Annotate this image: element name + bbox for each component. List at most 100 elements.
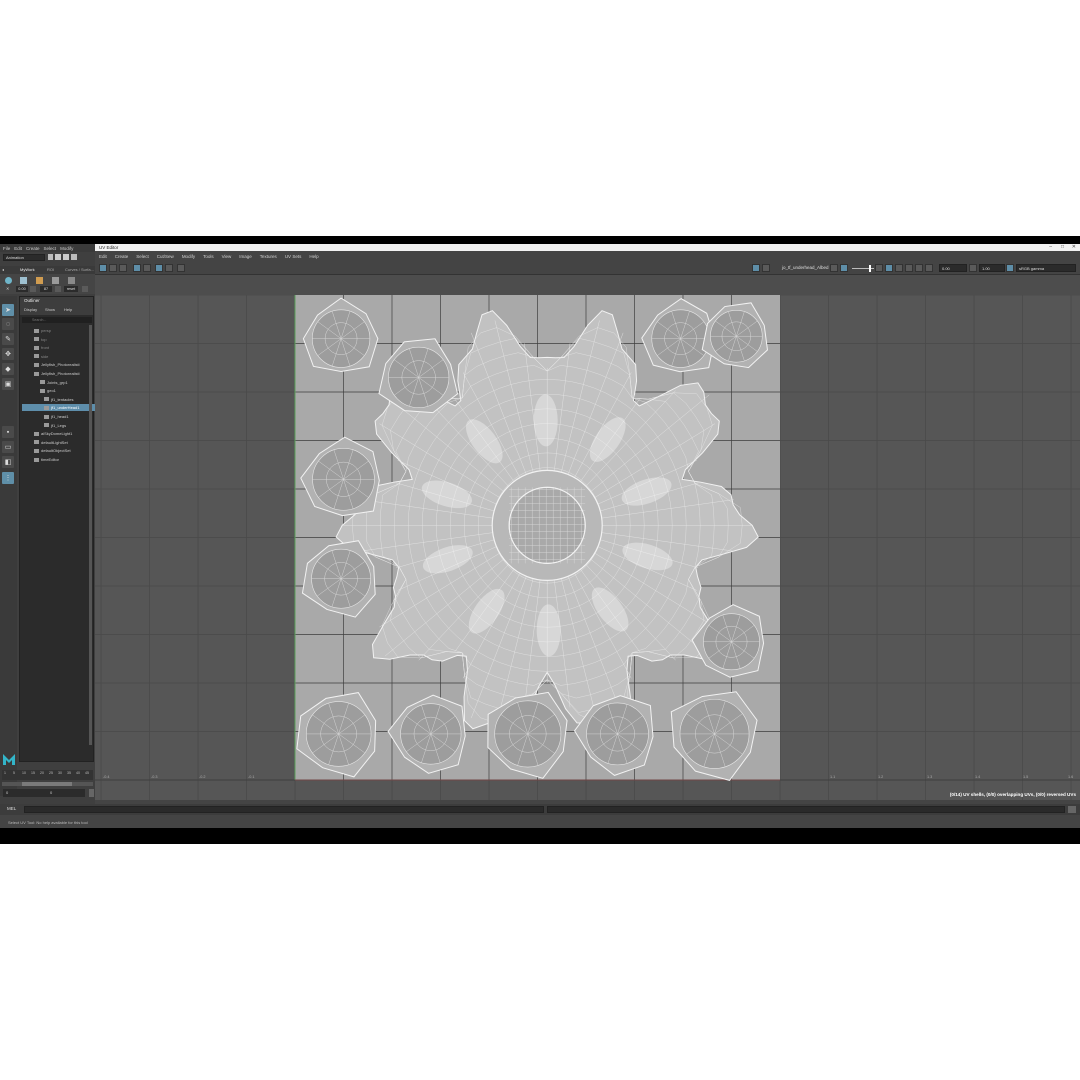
uv-face-mode-icon[interactable] xyxy=(119,264,127,272)
close-icon[interactable]: ✕ xyxy=(1072,244,1076,250)
uv-shaded-icon[interactable] xyxy=(875,264,883,272)
outliner-scrollbar[interactable] xyxy=(89,325,92,745)
uv-shell-mode-icon[interactable] xyxy=(133,264,141,272)
outliner-item[interactable]: defaultObjectSet xyxy=(22,447,71,454)
time-slider-scrollbar[interactable] xyxy=(2,782,93,786)
outliner-item[interactable]: Jellyfish_Photorealisti xyxy=(22,361,79,368)
outliner-item[interactable]: top xyxy=(22,336,47,343)
select-tool-icon[interactable]: ➤ xyxy=(2,304,14,316)
menu-select[interactable]: Select xyxy=(44,246,57,251)
uv-menu-item[interactable]: Edit xyxy=(99,254,107,259)
uv-filter-icon[interactable] xyxy=(830,264,838,272)
mel-input[interactable] xyxy=(24,806,544,813)
outliner-item[interactable]: defaultLightSet xyxy=(22,439,68,446)
shelf-joint-icon[interactable] xyxy=(52,277,59,284)
shelf-group-icon[interactable] xyxy=(68,277,75,284)
menu-file[interactable]: File xyxy=(3,246,10,251)
outliner-menu-help[interactable]: Help xyxy=(64,307,72,312)
two-pane-layout-icon[interactable]: ▭ xyxy=(2,441,14,453)
shelf-cube-icon[interactable] xyxy=(20,277,27,284)
gamma-field[interactable]: 1.00 xyxy=(979,264,1005,272)
lasso-tool-icon[interactable]: ◌ xyxy=(2,318,14,330)
uv-menu-item[interactable]: Select xyxy=(136,254,149,259)
uv-texture-borders-icon[interactable] xyxy=(895,264,903,272)
uv-menu-item[interactable]: UV Sets xyxy=(285,254,302,259)
uv-border-icon[interactable] xyxy=(143,264,151,272)
uv-select-mode-icon[interactable] xyxy=(99,264,107,272)
shelf-options-icon[interactable] xyxy=(30,286,36,292)
uv-menu-item[interactable]: Help xyxy=(309,254,318,259)
outliner-menu-display[interactable]: Display xyxy=(24,307,37,312)
shelf-reset-field[interactable]: reset xyxy=(64,286,78,292)
save-scene-icon[interactable] xyxy=(63,254,69,260)
uv-gamma-icon[interactable] xyxy=(969,264,977,272)
outliner-item[interactable]: geo1 xyxy=(22,387,56,394)
texture-name-dropdown[interactable]: jo_tf_underhead_Albed xyxy=(782,264,829,272)
uv-menu-item[interactable]: Tools xyxy=(203,254,214,259)
outliner-item[interactable]: persp xyxy=(22,327,51,334)
uv-distortion-icon[interactable] xyxy=(885,264,893,272)
uv-snapshot-icon[interactable] xyxy=(177,264,185,272)
uv-exposure-icon[interactable] xyxy=(925,264,933,272)
uv-menu-item[interactable]: Image xyxy=(239,254,252,259)
outliner-item[interactable]: side xyxy=(22,353,48,360)
new-scene-icon[interactable] xyxy=(48,254,53,260)
outliner-item[interactable]: jf1_tentacles xyxy=(22,396,73,403)
range-handle-icon[interactable] xyxy=(89,789,94,797)
range-start-field[interactable]: 0 xyxy=(3,789,53,797)
scale-tool-icon[interactable]: ▣ xyxy=(2,378,14,390)
uv-menu-item[interactable]: View xyxy=(222,254,232,259)
paint-select-icon[interactable]: ✎ xyxy=(2,333,14,345)
uv-edge-mode-icon[interactable] xyxy=(109,264,117,272)
shelf-refresh-icon[interactable] xyxy=(55,286,61,292)
outliner-item[interactable]: timeEditor xyxy=(22,456,59,463)
uv-menu-item[interactable]: Modify xyxy=(182,254,195,259)
uv-menu-item[interactable]: Cut/Sew xyxy=(157,254,174,259)
outliner-item[interactable]: Joints_grp1 xyxy=(22,379,68,386)
uv-alpha-channel-icon[interactable] xyxy=(915,264,923,272)
slider-handle[interactable] xyxy=(869,265,871,272)
move-tool-icon[interactable]: ✥ xyxy=(2,348,14,360)
outliner-item[interactable]: Jellyfish_Photorealisti xyxy=(22,370,79,377)
uv-checker-toggle-icon[interactable] xyxy=(840,264,848,272)
shelf-tab-curves[interactable]: Curves / Surfa... xyxy=(65,266,94,274)
single-layout-icon[interactable]: ▪ xyxy=(2,426,14,438)
mel-label[interactable]: MEL xyxy=(7,806,16,811)
shelf-tab-mywork[interactable]: MyWork xyxy=(20,266,35,274)
shelf-extra-icon[interactable] xyxy=(82,286,88,292)
uv-viewport[interactable] xyxy=(95,295,1080,800)
exposure-field[interactable]: 0.00 xyxy=(939,264,967,272)
uv-menu-item[interactable]: Textures xyxy=(260,254,277,259)
outliner-item[interactable]: front xyxy=(22,344,49,351)
uv-view-transform-icon[interactable] xyxy=(1006,264,1014,272)
menu-modify[interactable]: Modify xyxy=(60,246,73,251)
uv-checker-icon[interactable] xyxy=(155,264,163,272)
shelf-tab-roi[interactable]: ROI xyxy=(47,266,54,274)
workspace-mode-dropdown[interactable]: Animation xyxy=(3,254,45,261)
shelf-scroll-icon[interactable]: ◂ xyxy=(2,266,4,274)
menu-edit[interactable]: Edit xyxy=(14,246,22,251)
shelf-close-icon[interactable]: ✕ xyxy=(6,286,9,291)
minimize-icon[interactable]: – xyxy=(1049,244,1052,250)
undo-icon[interactable] xyxy=(71,254,77,260)
outliner-item[interactable]: jf1_Legs xyxy=(22,422,66,429)
shelf-count-field[interactable]: 87 xyxy=(40,286,52,292)
outliner-item[interactable]: aiSkyDomeLight1 xyxy=(22,430,72,437)
uv-grid-icon[interactable] xyxy=(762,264,770,272)
maximize-icon[interactable]: □ xyxy=(1061,244,1064,250)
rotate-tool-icon[interactable]: ◆ xyxy=(2,363,14,375)
uv-image-display-icon[interactable] xyxy=(752,264,760,272)
time-slider[interactable]: 1 5 10 15 20 25 30 35 40 45 xyxy=(2,770,93,780)
uv-dim-icon[interactable] xyxy=(165,264,173,272)
uv-menu-item[interactable]: Create xyxy=(115,254,129,259)
range-end-field[interactable]: 0 xyxy=(47,789,85,797)
script-editor-icon[interactable] xyxy=(1068,806,1076,813)
outliner-layout-icon[interactable]: ⋮ xyxy=(2,472,14,484)
uv-canvas[interactable] xyxy=(95,295,1080,800)
color-space-dropdown[interactable]: sRGB gamma xyxy=(1016,264,1076,272)
outliner-item[interactable]: jf1_head1 xyxy=(22,413,69,420)
shelf-light-icon[interactable] xyxy=(36,277,43,284)
outliner-menu-show[interactable]: Show xyxy=(45,307,55,312)
menu-create[interactable]: Create xyxy=(26,246,40,251)
shelf-value-field[interactable]: 0.00 xyxy=(16,286,28,292)
